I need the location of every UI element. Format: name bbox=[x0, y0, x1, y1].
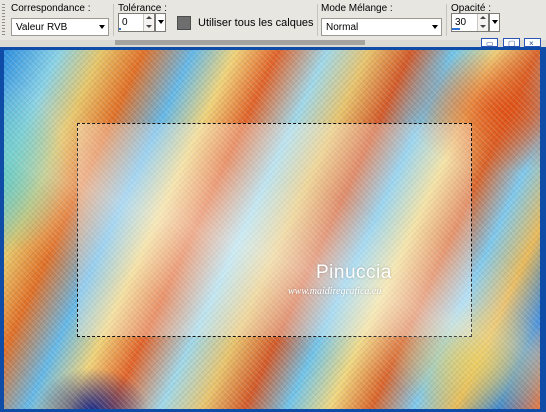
tolerance-value: 0 bbox=[122, 17, 128, 28]
chevron-down-icon bbox=[432, 25, 438, 29]
chevron-down-icon bbox=[158, 20, 164, 24]
tolerance-input[interactable]: 0 bbox=[118, 13, 166, 32]
image-canvas[interactable]: Pinuccia www.maidiregrafica.eu bbox=[4, 50, 540, 409]
separator bbox=[317, 4, 318, 36]
toolbar-grip[interactable] bbox=[2, 4, 5, 36]
correspondance-dropdown[interactable]: Valeur RVB bbox=[11, 18, 109, 36]
separator bbox=[446, 4, 447, 36]
opacity-level-bar bbox=[452, 28, 460, 30]
up-arrow-icon[interactable] bbox=[480, 16, 486, 19]
tolerance-dropdown-button[interactable] bbox=[155, 13, 166, 32]
down-arrow-icon[interactable] bbox=[146, 25, 152, 28]
opacity-dropdown-button[interactable] bbox=[489, 13, 500, 32]
correspondance-value: Valeur RVB bbox=[16, 22, 68, 33]
restore-button[interactable]: ▭ bbox=[481, 38, 498, 48]
selection-marquee[interactable] bbox=[77, 123, 472, 337]
document-title-fragment bbox=[115, 40, 365, 45]
down-arrow-icon[interactable] bbox=[480, 25, 486, 28]
all-layers-checkbox[interactable] bbox=[177, 16, 191, 30]
blend-mode-value: Normal bbox=[326, 22, 359, 33]
separator bbox=[113, 4, 114, 36]
blend-mode-dropdown[interactable]: Normal bbox=[321, 18, 442, 36]
all-layers-label: Utiliser tous les calques bbox=[198, 17, 314, 29]
tolerance-spinner[interactable] bbox=[143, 14, 154, 31]
opacity-input[interactable]: 30 bbox=[451, 13, 500, 32]
opacity-spinner[interactable] bbox=[477, 14, 488, 31]
chevron-down-icon bbox=[99, 25, 105, 29]
app-root: Correspondance : Valeur RVB Tolérance : … bbox=[0, 0, 546, 412]
watermark-url: www.maidiregrafica.eu bbox=[288, 286, 382, 297]
close-button[interactable]: × bbox=[524, 38, 541, 48]
chevron-down-icon bbox=[492, 20, 498, 24]
maximize-button[interactable]: ▢ bbox=[503, 38, 520, 48]
blend-mode-label: Mode Mélange : bbox=[321, 3, 393, 14]
tolerance-level-bar bbox=[119, 28, 121, 30]
correspondance-label: Correspondance : bbox=[11, 3, 91, 14]
watermark-name: Pinuccia bbox=[316, 262, 392, 283]
up-arrow-icon[interactable] bbox=[146, 16, 152, 19]
tool-options-bar: Correspondance : Valeur RVB Tolérance : … bbox=[0, 0, 546, 41]
